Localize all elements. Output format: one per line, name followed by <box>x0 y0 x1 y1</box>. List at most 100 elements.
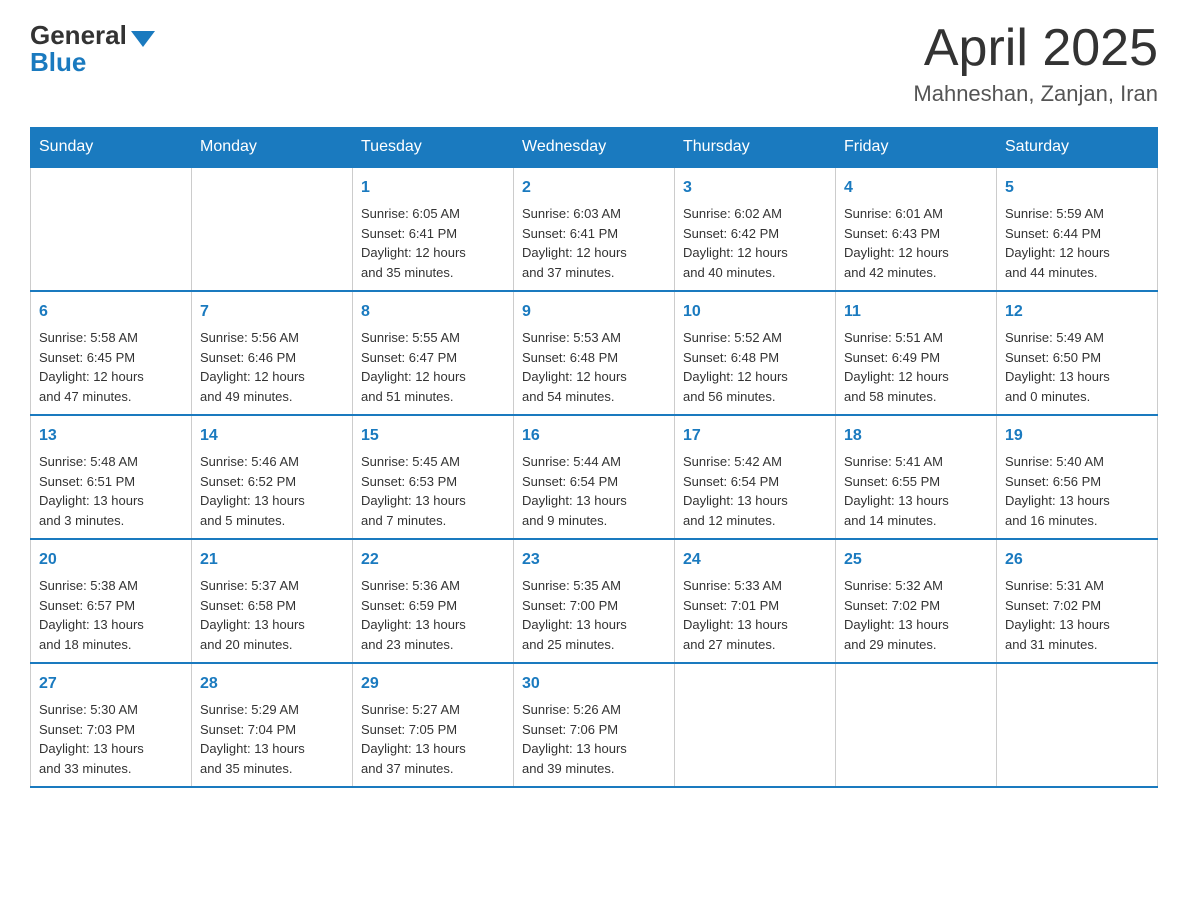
day-number: 19 <box>1005 424 1149 448</box>
weekday-header-sunday: Sunday <box>31 128 192 168</box>
day-number: 10 <box>683 300 827 324</box>
day-info: Sunrise: 6:05 AMSunset: 6:41 PMDaylight:… <box>361 204 505 282</box>
calendar-cell: 10 Sunrise: 5:52 AMSunset: 6:48 PMDayligh… <box>675 291 836 415</box>
calendar-cell: 21 Sunrise: 5:37 AMSunset: 6:58 PMDayligh… <box>192 539 353 663</box>
day-info: Sunrise: 5:31 AMSunset: 7:02 PMDaylight:… <box>1005 576 1149 654</box>
calendar-cell: 1 Sunrise: 6:05 AMSunset: 6:41 PMDaylight… <box>353 167 514 291</box>
calendar-cell: 27 Sunrise: 5:30 AMSunset: 7:03 PMDayligh… <box>31 663 192 787</box>
day-number: 17 <box>683 424 827 448</box>
day-info: Sunrise: 6:01 AMSunset: 6:43 PMDaylight:… <box>844 204 988 282</box>
day-number: 12 <box>1005 300 1149 324</box>
title-area: April 2025 Mahneshan, Zanjan, Iran <box>913 20 1158 107</box>
day-number: 7 <box>200 300 344 324</box>
calendar-cell: 8 Sunrise: 5:55 AMSunset: 6:47 PMDaylight… <box>353 291 514 415</box>
day-number: 14 <box>200 424 344 448</box>
day-info: Sunrise: 5:56 AMSunset: 6:46 PMDaylight:… <box>200 328 344 406</box>
calendar-cell: 13 Sunrise: 5:48 AMSunset: 6:51 PMDayligh… <box>31 415 192 539</box>
day-number: 15 <box>361 424 505 448</box>
weekday-header-saturday: Saturday <box>997 128 1158 168</box>
day-info: Sunrise: 5:38 AMSunset: 6:57 PMDaylight:… <box>39 576 183 654</box>
weekday-header-tuesday: Tuesday <box>353 128 514 168</box>
day-info: Sunrise: 5:46 AMSunset: 6:52 PMDaylight:… <box>200 452 344 530</box>
day-info: Sunrise: 5:49 AMSunset: 6:50 PMDaylight:… <box>1005 328 1149 406</box>
weekday-header-wednesday: Wednesday <box>514 128 675 168</box>
calendar-cell: 15 Sunrise: 5:45 AMSunset: 6:53 PMDayligh… <box>353 415 514 539</box>
day-info: Sunrise: 5:45 AMSunset: 6:53 PMDaylight:… <box>361 452 505 530</box>
calendar-cell: 14 Sunrise: 5:46 AMSunset: 6:52 PMDayligh… <box>192 415 353 539</box>
day-info: Sunrise: 5:27 AMSunset: 7:05 PMDaylight:… <box>361 700 505 778</box>
calendar-week-row: 1 Sunrise: 6:05 AMSunset: 6:41 PMDaylight… <box>31 167 1158 291</box>
weekday-header-friday: Friday <box>836 128 997 168</box>
day-number: 27 <box>39 672 183 696</box>
day-info: Sunrise: 5:30 AMSunset: 7:03 PMDaylight:… <box>39 700 183 778</box>
day-number: 30 <box>522 672 666 696</box>
calendar-cell: 24 Sunrise: 5:33 AMSunset: 7:01 PMDayligh… <box>675 539 836 663</box>
logo-blue-text: Blue <box>30 47 86 78</box>
day-number: 2 <box>522 176 666 200</box>
calendar-cell: 19 Sunrise: 5:40 AMSunset: 6:56 PMDayligh… <box>997 415 1158 539</box>
calendar-cell: 23Sunrise: 5:35 AMSunset: 7:00 PMDayligh… <box>514 539 675 663</box>
day-info: Sunrise: 5:52 AMSunset: 6:48 PMDaylight:… <box>683 328 827 406</box>
day-number: 23 <box>522 548 666 572</box>
calendar-cell: 29 Sunrise: 5:27 AMSunset: 7:05 PMDayligh… <box>353 663 514 787</box>
header: General Blue April 2025 Mahneshan, Zanja… <box>30 20 1158 107</box>
calendar-cell: 7 Sunrise: 5:56 AMSunset: 6:46 PMDaylight… <box>192 291 353 415</box>
weekday-header-monday: Monday <box>192 128 353 168</box>
calendar-cell: 17 Sunrise: 5:42 AMSunset: 6:54 PMDayligh… <box>675 415 836 539</box>
day-info: Sunrise: 5:48 AMSunset: 6:51 PMDaylight:… <box>39 452 183 530</box>
day-number: 1 <box>361 176 505 200</box>
day-number: 20 <box>39 548 183 572</box>
day-info: Sunrise: 5:37 AMSunset: 6:58 PMDaylight:… <box>200 576 344 654</box>
day-info: Sunrise: 6:03 AMSunset: 6:41 PMDaylight:… <box>522 204 666 282</box>
calendar-cell: 25Sunrise: 5:32 AMSunset: 7:02 PMDayligh… <box>836 539 997 663</box>
day-info: Sunrise: 5:51 AMSunset: 6:49 PMDaylight:… <box>844 328 988 406</box>
calendar-week-row: 6Sunrise: 5:58 AMSunset: 6:45 PMDaylight… <box>31 291 1158 415</box>
calendar-cell: 3 Sunrise: 6:02 AMSunset: 6:42 PMDaylight… <box>675 167 836 291</box>
calendar-cell <box>31 167 192 291</box>
calendar-cell: 16 Sunrise: 5:44 AMSunset: 6:54 PMDayligh… <box>514 415 675 539</box>
day-info: Sunrise: 5:29 AMSunset: 7:04 PMDaylight:… <box>200 700 344 778</box>
calendar-cell <box>675 663 836 787</box>
logo: General Blue <box>30 20 155 78</box>
day-number: 21 <box>200 548 344 572</box>
day-number: 13 <box>39 424 183 448</box>
day-number: 3 <box>683 176 827 200</box>
day-info: Sunrise: 5:33 AMSunset: 7:01 PMDaylight:… <box>683 576 827 654</box>
location-subtitle: Mahneshan, Zanjan, Iran <box>913 81 1158 107</box>
weekday-header-row: SundayMondayTuesdayWednesdayThursdayFrid… <box>31 128 1158 168</box>
day-number: 11 <box>844 300 988 324</box>
logo-arrow-icon <box>131 31 155 47</box>
calendar-cell <box>997 663 1158 787</box>
weekday-header-thursday: Thursday <box>675 128 836 168</box>
day-number: 24 <box>683 548 827 572</box>
day-info: Sunrise: 5:44 AMSunset: 6:54 PMDaylight:… <box>522 452 666 530</box>
calendar-cell: 12 Sunrise: 5:49 AMSunset: 6:50 PMDayligh… <box>997 291 1158 415</box>
calendar-cell: 30Sunrise: 5:26 AMSunset: 7:06 PMDayligh… <box>514 663 675 787</box>
day-info: Sunrise: 5:40 AMSunset: 6:56 PMDaylight:… <box>1005 452 1149 530</box>
day-info: Sunrise: 5:58 AMSunset: 6:45 PMDaylight:… <box>39 328 183 406</box>
day-info: Sunrise: 5:59 AMSunset: 6:44 PMDaylight:… <box>1005 204 1149 282</box>
day-info: Sunrise: 6:02 AMSunset: 6:42 PMDaylight:… <box>683 204 827 282</box>
calendar-cell: 9Sunrise: 5:53 AMSunset: 6:48 PMDaylight… <box>514 291 675 415</box>
calendar-cell <box>836 663 997 787</box>
calendar-cell <box>192 167 353 291</box>
calendar-cell: 28 Sunrise: 5:29 AMSunset: 7:04 PMDayligh… <box>192 663 353 787</box>
day-info: Sunrise: 5:41 AMSunset: 6:55 PMDaylight:… <box>844 452 988 530</box>
day-info: Sunrise: 5:36 AMSunset: 6:59 PMDaylight:… <box>361 576 505 654</box>
calendar-cell: 4Sunrise: 6:01 AMSunset: 6:43 PMDaylight… <box>836 167 997 291</box>
day-number: 28 <box>200 672 344 696</box>
day-number: 9 <box>522 300 666 324</box>
calendar-cell: 22Sunrise: 5:36 AMSunset: 6:59 PMDayligh… <box>353 539 514 663</box>
day-info: Sunrise: 5:42 AMSunset: 6:54 PMDaylight:… <box>683 452 827 530</box>
calendar-cell: 5 Sunrise: 5:59 AMSunset: 6:44 PMDaylight… <box>997 167 1158 291</box>
calendar-cell: 26 Sunrise: 5:31 AMSunset: 7:02 PMDayligh… <box>997 539 1158 663</box>
calendar-cell: 11 Sunrise: 5:51 AMSunset: 6:49 PMDayligh… <box>836 291 997 415</box>
day-number: 16 <box>522 424 666 448</box>
day-number: 26 <box>1005 548 1149 572</box>
day-number: 8 <box>361 300 505 324</box>
day-info: Sunrise: 5:55 AMSunset: 6:47 PMDaylight:… <box>361 328 505 406</box>
day-number: 29 <box>361 672 505 696</box>
calendar-week-row: 13 Sunrise: 5:48 AMSunset: 6:51 PMDayligh… <box>31 415 1158 539</box>
day-number: 25 <box>844 548 988 572</box>
day-number: 5 <box>1005 176 1149 200</box>
